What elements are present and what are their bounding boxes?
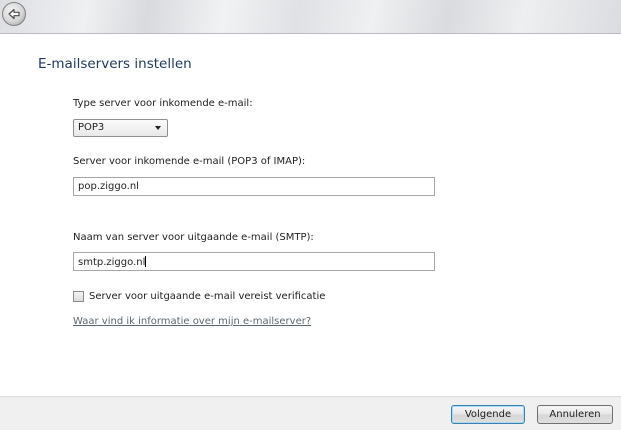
auth-required-checkbox[interactable] <box>73 291 84 302</box>
page-title: E-mailservers instellen <box>38 56 192 72</box>
incoming-type-value: POP3 <box>78 122 105 133</box>
title-bar <box>0 0 621 34</box>
outgoing-server-label: Naam van server voor uitgaande e-mail (S… <box>73 232 314 243</box>
incoming-type-label: Type server voor inkomende e-mail: <box>73 98 253 109</box>
chevron-down-icon <box>155 126 161 130</box>
incoming-server-input[interactable]: pop.ziggo.nl <box>73 177 435 196</box>
auth-required-label: Server voor uitgaande e-mail vereist ver… <box>89 291 326 302</box>
next-button[interactable]: Volgende <box>451 405 525 424</box>
back-arrow-icon <box>8 8 20 20</box>
help-link[interactable]: Waar vind ik informatie over mijn e-mail… <box>73 316 311 327</box>
cancel-button[interactable]: Annuleren <box>537 405 613 424</box>
email-server-setup-window: E-mailservers instellen Type server voor… <box>0 0 621 430</box>
outgoing-server-value: smtp.ziggo.nl <box>78 257 146 268</box>
incoming-server-value: pop.ziggo.nl <box>78 181 139 192</box>
incoming-type-select[interactable]: POP3 <box>73 119 168 137</box>
outgoing-server-input[interactable]: smtp.ziggo.nl <box>73 252 435 271</box>
back-button[interactable] <box>2 2 26 26</box>
incoming-server-label: Server voor inkomende e-mail (POP3 of IM… <box>73 156 306 167</box>
text-caret <box>145 256 147 267</box>
footer-bar <box>0 396 621 430</box>
